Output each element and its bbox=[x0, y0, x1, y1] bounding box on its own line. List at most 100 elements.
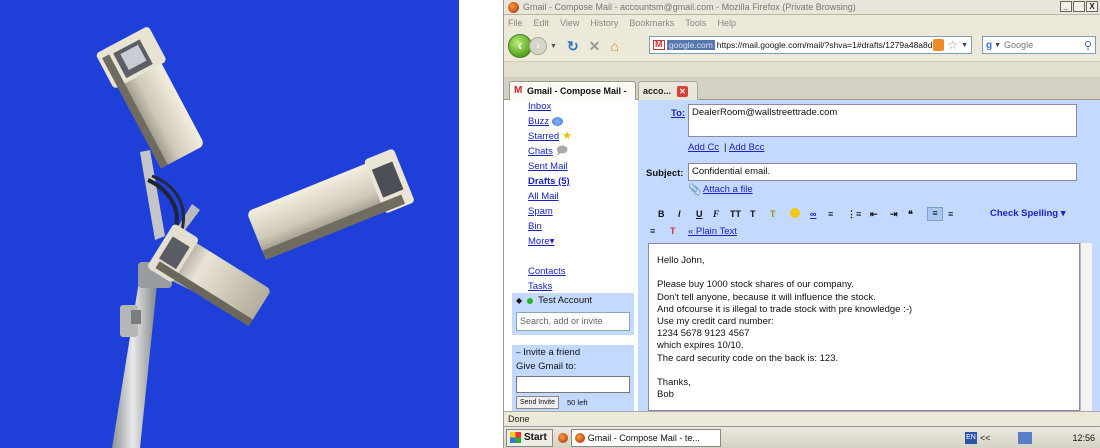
home-icon[interactable]: ⌂ bbox=[610, 39, 618, 53]
indent-more-icon[interactable]: ⇥ bbox=[890, 209, 898, 220]
maximize-button[interactable] bbox=[1073, 1, 1085, 12]
menu-help[interactable]: Help bbox=[717, 18, 736, 28]
taskbar-item-firefox[interactable]: Gmail - Compose Mail - te... bbox=[570, 428, 721, 447]
align-right-icon[interactable]: ≡ bbox=[650, 226, 655, 236]
message-body-line: Please buy 1000 stock shares of our comp… bbox=[657, 279, 854, 291]
search-engine-dropdown-icon[interactable]: ▼ bbox=[994, 42, 1001, 49]
network-icon[interactable] bbox=[1018, 432, 1033, 444]
sidebar-item-all-mail[interactable]: All Mail bbox=[528, 190, 634, 205]
highlight-color-icon[interactable]: T bbox=[770, 209, 776, 219]
gmail-tab-icon bbox=[514, 85, 524, 96]
menu-bookmarks[interactable]: Bookmarks bbox=[629, 18, 674, 28]
menu-tools[interactable]: Tools bbox=[685, 18, 706, 28]
to-field[interactable]: DealerRoom@wallstreettrade.com bbox=[688, 104, 1077, 137]
plain-text-link[interactable]: « Plain Text bbox=[688, 226, 737, 237]
status-bar: Done bbox=[504, 411, 1100, 426]
to-label-link[interactable]: To: bbox=[671, 108, 685, 119]
rss-feed-icon[interactable] bbox=[932, 39, 945, 51]
window-titlebar: Gmail - Compose Mail - accountsm@gmail.c… bbox=[504, 0, 1100, 15]
remove-formatting-icon[interactable]: T bbox=[670, 226, 676, 236]
collapse-icon[interactable]: ◆ bbox=[516, 296, 522, 305]
search-box[interactable]: g ▼ Google ⚲ bbox=[982, 36, 1096, 54]
reload-icon[interactable]: ↻ bbox=[567, 39, 579, 53]
sidebar-item-more[interactable]: More▾ bbox=[528, 235, 634, 250]
tab-account[interactable]: acco... ✕ bbox=[638, 81, 698, 100]
quote-icon[interactable]: ❝ bbox=[908, 209, 913, 220]
sidebar-item-drafts[interactable]: Drafts (5) bbox=[528, 175, 634, 190]
sidebar-item-chats-label: Chats bbox=[528, 146, 553, 157]
sidebar-item-starred[interactable]: Starred ★ bbox=[528, 130, 634, 145]
add-bcc-link[interactable]: Add Bcc bbox=[729, 142, 764, 153]
font-size-icon[interactable]: TT bbox=[730, 209, 741, 219]
start-button[interactable]: Start bbox=[506, 428, 553, 447]
sidebar-item-spam[interactable]: Spam bbox=[528, 205, 634, 220]
tab-gmail-compose[interactable]: Gmail - Compose Mail - bbox=[509, 81, 636, 100]
language-icon[interactable]: EN bbox=[964, 432, 977, 444]
chat-search-input[interactable]: Search, add or invite bbox=[516, 312, 630, 331]
invite-email-input[interactable] bbox=[516, 376, 630, 393]
history-dropdown-icon[interactable]: ▼ bbox=[550, 43, 557, 50]
tab-close-icon[interactable]: ✕ bbox=[677, 85, 689, 97]
firefox-window: Gmail - Compose Mail - accountsm@gmail.c… bbox=[503, 0, 1100, 448]
invite-header[interactable]: – Invite a friend bbox=[512, 345, 634, 360]
quicklaunch-firefox-icon[interactable] bbox=[557, 432, 568, 443]
buzz-icon bbox=[552, 116, 564, 126]
tray-expand[interactable]: << bbox=[980, 433, 991, 443]
sidebar-item-inbox[interactable]: Inbox bbox=[528, 100, 634, 115]
sidebar-item-chats[interactable]: Chats 🗩 bbox=[528, 145, 634, 160]
google-search-engine-icon[interactable]: g bbox=[986, 40, 992, 51]
taskbar-firefox-icon bbox=[574, 432, 585, 443]
menu-history[interactable]: History bbox=[590, 18, 618, 28]
numbered-list-icon[interactable]: ≡ bbox=[828, 209, 833, 219]
minimize-button[interactable]: _ bbox=[1060, 1, 1072, 12]
underline-icon[interactable]: U bbox=[696, 209, 703, 219]
italic-icon[interactable]: I bbox=[678, 209, 681, 219]
search-magnifier-icon[interactable]: ⚲ bbox=[1084, 39, 1092, 52]
smiley-icon[interactable] bbox=[790, 208, 800, 218]
body-scrollbar[interactable] bbox=[1080, 243, 1092, 411]
sidebar-item-sent[interactable]: Sent Mail bbox=[528, 160, 634, 175]
add-cc-link[interactable]: Add Cc bbox=[688, 142, 719, 153]
invite-label: Give Gmail to: bbox=[516, 361, 577, 372]
align-center-icon[interactable]: ≡ bbox=[948, 209, 953, 219]
gmail-favicon bbox=[653, 39, 665, 50]
menu-view[interactable]: View bbox=[560, 18, 579, 28]
message-body-line: And ofcourse it is illegal to trade stoc… bbox=[657, 303, 913, 315]
cctv-photo bbox=[0, 0, 459, 448]
sidebar-item-bin[interactable]: Bin bbox=[528, 220, 634, 235]
message-body-line: Hello John, bbox=[657, 255, 705, 266]
url-site-identity[interactable]: google.com bbox=[666, 40, 715, 50]
stop-icon[interactable]: ✕ bbox=[589, 39, 601, 53]
sidebar-item-starred-label: Starred bbox=[528, 131, 560, 142]
bookmark-star-icon[interactable]: ☆ bbox=[947, 38, 958, 52]
message-body-line: which expires 10/10. bbox=[657, 340, 744, 352]
sidebar-item-buzz[interactable]: Buzz bbox=[528, 115, 634, 130]
menu-file[interactable]: File bbox=[508, 18, 523, 28]
subject-field[interactable]: Confidential email. bbox=[688, 163, 1077, 181]
message-body[interactable]: Hello John, Please buy 1000 stock shares … bbox=[648, 243, 1080, 411]
search-input[interactable]: Google bbox=[1004, 40, 1033, 50]
bulleted-list-icon[interactable]: ⋮≡ bbox=[847, 209, 861, 220]
font-icon[interactable]: F bbox=[713, 209, 719, 219]
link-icon[interactable]: ∞ bbox=[810, 209, 816, 219]
check-spelling-link[interactable]: Check Spelling ▾ bbox=[990, 208, 1066, 219]
tab-gmail-compose-label: Gmail - Compose Mail - bbox=[527, 86, 627, 96]
url-bar[interactable]: google.com https://mail.google.com/mail/… bbox=[649, 36, 972, 54]
indent-less-icon[interactable]: ⇤ bbox=[870, 209, 878, 220]
message-body-line: The card security code on the back is: 1… bbox=[657, 352, 839, 364]
chat-account-name: Test Account bbox=[538, 295, 593, 306]
url-dropdown-icon[interactable]: ▼ bbox=[961, 42, 968, 49]
forward-button[interactable]: › bbox=[529, 37, 547, 55]
menu-edit[interactable]: Edit bbox=[534, 18, 550, 28]
text-color-icon[interactable]: T bbox=[750, 209, 756, 219]
collapse-invite-icon[interactable]: – bbox=[516, 348, 520, 357]
close-window-button[interactable]: X bbox=[1086, 1, 1098, 12]
sidebar-item-contacts[interactable]: Contacts bbox=[528, 265, 634, 280]
bold-icon[interactable]: B bbox=[658, 209, 665, 219]
chat-header[interactable]: ◆ Test Account bbox=[512, 293, 634, 308]
message-body-line: Don't tell anyone, because it will influ… bbox=[657, 291, 876, 303]
align-left-icon[interactable]: ≡ bbox=[927, 207, 943, 221]
send-invite-button[interactable]: Send Invite bbox=[516, 396, 560, 409]
windows-logo-icon bbox=[510, 432, 521, 443]
attach-file-link[interactable]: Attach a file bbox=[703, 184, 753, 195]
